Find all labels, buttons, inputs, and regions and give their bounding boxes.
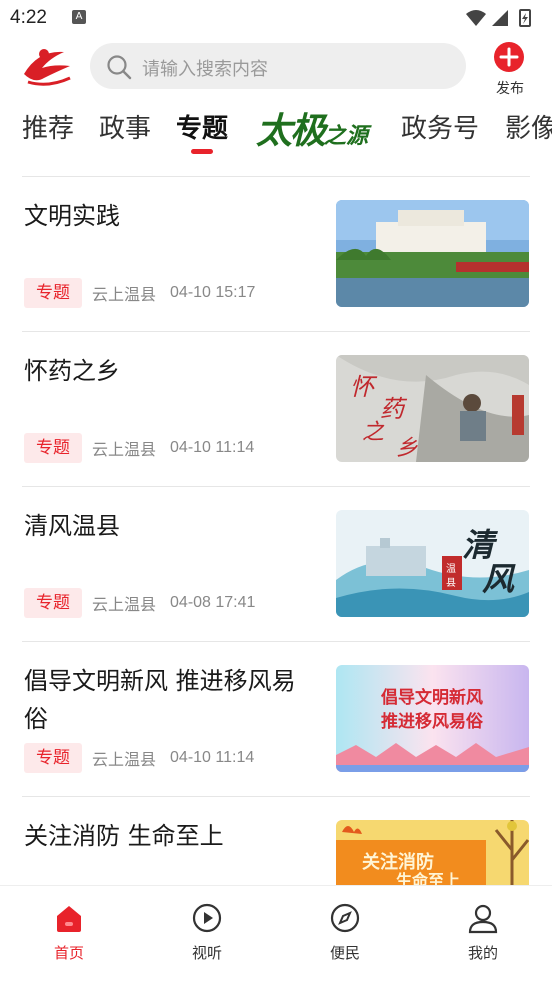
svg-text:之: 之 (362, 420, 385, 445)
nav-home-label: 首页 (53, 944, 84, 962)
brand-tab-main: 太极 (256, 110, 326, 152)
article-meta: 专题 云上温县 04-08 17:41 (24, 588, 255, 618)
bottom-nav: 首页 视听 便民 我的 (0, 885, 552, 984)
tab-politics[interactable]: 政事 (99, 108, 151, 145)
search-bar[interactable]: 请输入搜索内容 (90, 43, 466, 89)
topic-badge: 专题 (24, 588, 82, 618)
svg-text:药: 药 (380, 395, 408, 423)
notification-icon: A (72, 10, 86, 24)
svg-text:关注消防: 关注消防 (362, 851, 434, 873)
svg-text:清: 清 (462, 526, 498, 564)
plus-icon (494, 42, 524, 72)
article-meta: 专题 云上温县 04-10 11:14 (24, 433, 254, 463)
article-source: 云上温县 (92, 750, 157, 769)
search-placeholder: 请输入搜索内容 (142, 59, 268, 80)
article-title: 文明实践 (24, 202, 120, 230)
user-icon (468, 904, 498, 934)
article-time: 04-10 11:14 (170, 749, 255, 766)
article-thumbnail: 温 县 清 风 (336, 510, 529, 617)
svg-text:推进移风易俗: 推进移风易俗 (381, 711, 484, 732)
nav-services-label: 便民 (329, 944, 360, 962)
article-thumbnail: 倡导文明新风 推进移风易俗 (336, 665, 529, 772)
compass-icon (330, 903, 360, 933)
nav-services[interactable]: 便民 (299, 886, 389, 984)
tab-images[interactable]: 影像 (505, 108, 552, 145)
app-header: 请输入搜索内容 发布 (0, 36, 552, 98)
article-time: 04-10 15:17 (170, 284, 256, 301)
article-meta: 专题 云上温县 04-10 11:14 (24, 743, 254, 773)
list-item[interactable]: 怀药之乡 专题 云上温县 04-10 11:14 怀 药 之 乡 (0, 332, 552, 487)
topic-badge: 专题 (24, 743, 82, 773)
tab-taiji-source[interactable]: 太极之源 (256, 102, 368, 154)
nav-video-label: 视听 (191, 944, 222, 962)
svg-text:倡导文明新风: 倡导文明新风 (380, 687, 483, 708)
article-thumbnail (336, 200, 529, 307)
article-title: 关注消防 生命至上 (24, 822, 224, 850)
article-time: 04-08 17:41 (170, 594, 256, 611)
app-logo-icon[interactable] (20, 44, 74, 88)
svg-text:温: 温 (446, 563, 456, 575)
home-icon (57, 906, 81, 932)
wifi-icon (466, 10, 486, 26)
svg-text:风: 风 (482, 560, 516, 598)
active-tab-indicator (191, 149, 213, 154)
topic-badge: 专题 (24, 433, 82, 463)
article-source: 云上温县 (92, 440, 157, 459)
status-time: 4:22 (10, 7, 47, 28)
list-item[interactable]: 清风温县 专题 云上温县 04-08 17:41 温 县 清 风 (0, 487, 552, 642)
nav-home[interactable]: 首页 (23, 886, 113, 984)
tab-gov-accounts[interactable]: 政务号 (401, 108, 479, 145)
article-thumbnail: 关注消防 生命至上 (336, 820, 529, 885)
search-icon (107, 55, 132, 80)
publish-button[interactable]: 发布 (488, 40, 532, 98)
tab-topics[interactable]: 专题 (176, 108, 228, 145)
list-item[interactable]: 关注消防 生命至上 关注消防 生命至上 (0, 797, 552, 885)
system-status-icons (466, 9, 531, 27)
article-source: 云上温县 (92, 595, 157, 614)
list-item[interactable]: 倡导文明新风 推进移风易俗 专题 云上温县 04-10 11:14 倡导文明新风… (0, 642, 552, 797)
article-meta: 专题 云上温县 04-10 15:17 (24, 278, 255, 308)
article-title: 倡导文明新风 推进移风易俗 (24, 667, 296, 733)
publish-label: 发布 (496, 81, 524, 97)
play-icon (192, 903, 222, 933)
status-bar: 4:22 A (0, 0, 552, 36)
svg-text:生命至上: 生命至上 (396, 871, 460, 885)
svg-text:乡: 乡 (396, 436, 418, 461)
signal-icon (492, 10, 508, 26)
svg-text:县: 县 (446, 577, 456, 589)
category-tabs: 推荐 政事 专题 太极之源 政务号 影像 (0, 98, 552, 176)
svg-text:怀: 怀 (350, 373, 378, 401)
article-title: 清风温县 (24, 512, 120, 540)
list-item[interactable]: 文明实践 专题 云上温县 04-10 15:17 (0, 177, 552, 332)
tab-recommend[interactable]: 推荐 (22, 108, 74, 145)
article-thumbnail: 怀 药 之 乡 (336, 355, 529, 462)
nav-video[interactable]: 视听 (161, 886, 251, 984)
article-title: 怀药之乡 (24, 357, 120, 385)
nav-mine-label: 我的 (467, 944, 498, 962)
nav-mine[interactable]: 我的 (437, 886, 527, 984)
topic-badge: 专题 (24, 278, 82, 308)
article-time: 04-10 11:14 (170, 439, 255, 456)
article-source: 云上温县 (92, 285, 157, 304)
brand-tab-suffix: 之源 (324, 123, 369, 149)
